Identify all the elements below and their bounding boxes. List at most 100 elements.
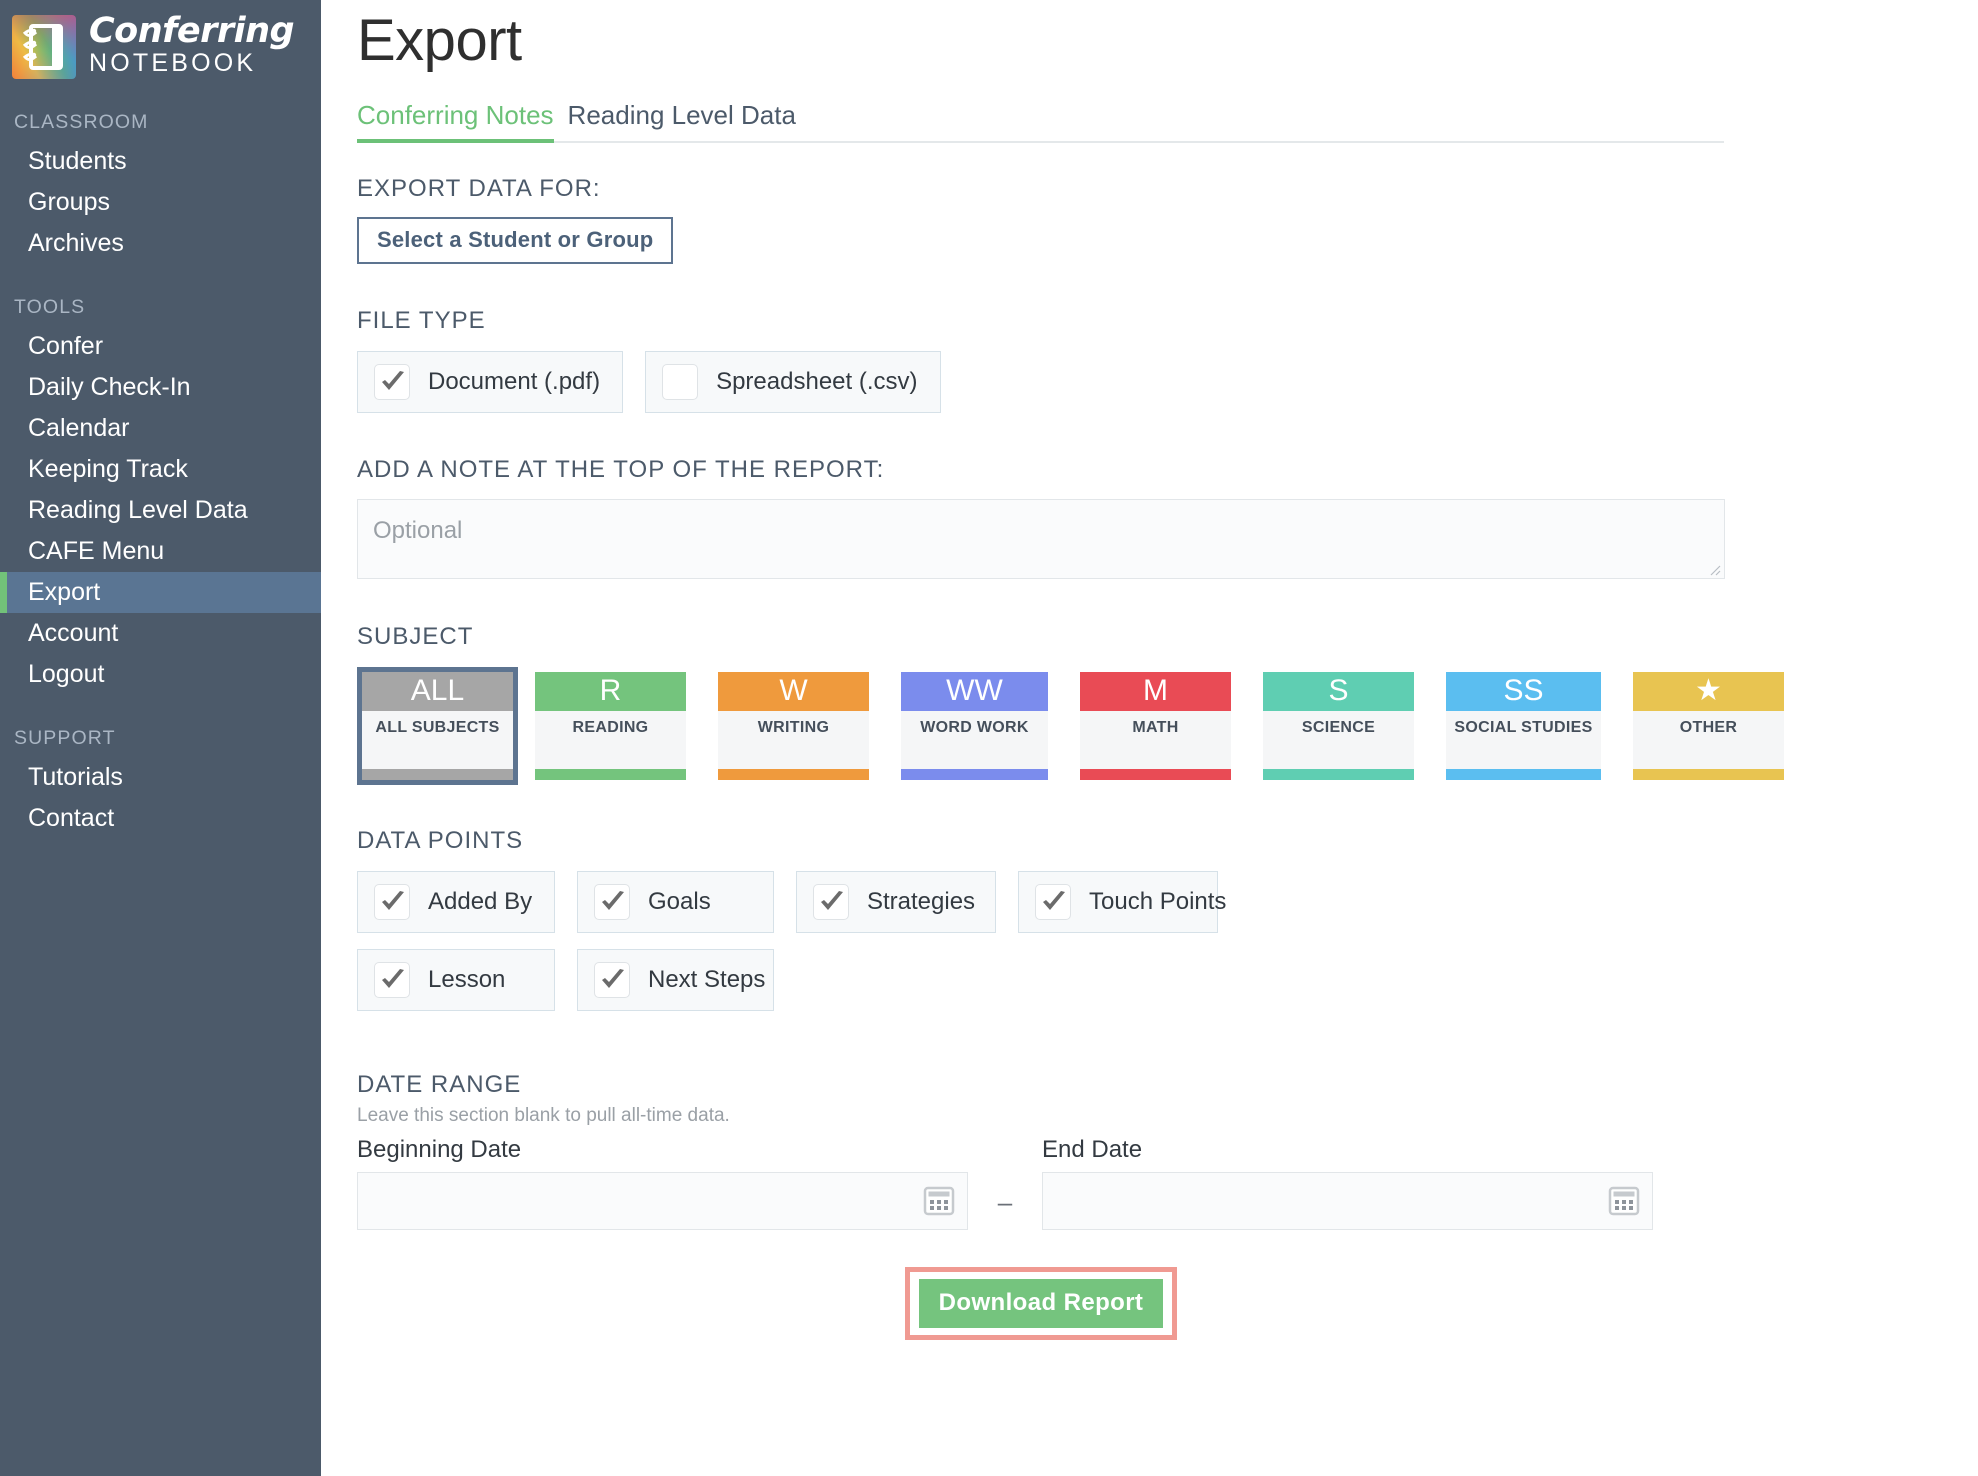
data-point-label-next-steps: Next Steps — [648, 966, 765, 994]
file-type-option-csv[interactable]: Spreadsheet (.csv) — [645, 351, 940, 413]
data-point-label-strategies: Strategies — [867, 888, 975, 916]
sidebar-item-confer[interactable]: Confer — [0, 326, 321, 367]
subject-abbr-writing: W — [718, 672, 869, 711]
subject-abbr-other: ★ — [1695, 676, 1722, 706]
star-icon: ★ — [1633, 672, 1784, 711]
sidebar-item-daily-check-in[interactable]: Daily Check-In — [0, 367, 321, 408]
subject-accent-all — [362, 769, 513, 780]
checkbox-checked-icon[interactable] — [1035, 884, 1071, 920]
sidebar-item-groups[interactable]: Groups — [0, 182, 321, 223]
sidebar-group-support: SUPPORT Tutorials Contact — [0, 727, 321, 839]
sidebar-group-classroom: CLASSROOM Students Groups Archives — [0, 111, 321, 264]
checkbox-checked-icon[interactable] — [594, 884, 630, 920]
subject-tile-math[interactable]: M MATH — [1075, 667, 1236, 785]
data-point-touch-points[interactable]: Touch Points — [1018, 871, 1218, 933]
subject-name-writing: WRITING — [758, 719, 829, 737]
date-range-hint: Leave this section blank to pull all-tim… — [357, 1105, 1978, 1127]
subject-accent-writing — [718, 769, 869, 780]
section-label-add-note: ADD A NOTE AT THE TOP OF THE REPORT: — [357, 456, 1978, 484]
subject-tile-other[interactable]: ★ OTHER — [1628, 667, 1789, 785]
brand-wordmark: Conferring NOTEBOOK — [89, 14, 294, 80]
sidebar-item-reading-level-data[interactable]: Reading Level Data — [0, 490, 321, 531]
select-student-or-group-button[interactable]: Select a Student or Group — [357, 217, 673, 264]
checkbox-checked-icon[interactable] — [594, 962, 630, 998]
subject-abbr-social-studies: SS — [1446, 672, 1601, 711]
calendar-icon[interactable] — [1608, 1185, 1640, 1217]
section-label-data-points: DATA POINTS — [357, 827, 1978, 855]
date-range-separator: – — [968, 1187, 1042, 1230]
calendar-icon[interactable] — [923, 1185, 955, 1217]
file-type-options: Document (.pdf) Spreadsheet (.csv) — [357, 351, 1978, 413]
sidebar: Conferring NOTEBOOK CLASSROOM Students G… — [0, 0, 321, 1476]
subject-accent-math — [1080, 769, 1231, 780]
data-point-strategies[interactable]: Strategies — [796, 871, 996, 933]
sidebar-item-cafe-menu[interactable]: CAFE Menu — [0, 531, 321, 572]
date-range-row: Beginning Date – End — [357, 1136, 1978, 1230]
brand-logo[interactable]: Conferring NOTEBOOK — [0, 0, 321, 84]
sidebar-group-label-classroom: CLASSROOM — [0, 111, 321, 141]
data-point-label-added-by: Added By — [428, 888, 532, 916]
report-note-placeholder: Optional — [373, 517, 462, 545]
data-point-added-by[interactable]: Added By — [357, 871, 555, 933]
data-point-label-touch-points: Touch Points — [1089, 888, 1226, 916]
data-point-label-lesson: Lesson — [428, 966, 505, 994]
export-form: EXPORT DATA FOR: Select a Student or Gro… — [321, 175, 1978, 1340]
subject-tile-writing[interactable]: W WRITING — [713, 667, 874, 785]
checkbox-unchecked-icon[interactable] — [662, 364, 698, 400]
subject-abbr-word-work: WW — [901, 672, 1048, 711]
section-label-subject: SUBJECT — [357, 623, 1978, 651]
subject-accent-other — [1633, 769, 1784, 780]
sidebar-item-calendar[interactable]: Calendar — [0, 408, 321, 449]
subject-name-science: SCIENCE — [1302, 719, 1375, 737]
subject-abbr-all: ALL — [362, 672, 513, 711]
tab-reading-level-data[interactable]: Reading Level Data — [568, 100, 796, 141]
sidebar-item-archives[interactable]: Archives — [0, 223, 321, 264]
subject-abbr-reading: R — [535, 672, 686, 711]
subject-name-social-studies: SOCIAL STUDIES — [1454, 719, 1592, 737]
data-point-next-steps[interactable]: Next Steps — [577, 949, 774, 1011]
subject-tile-word-work[interactable]: WW WORD WORK — [896, 667, 1053, 785]
subject-tile-reading[interactable]: R READING — [530, 667, 691, 785]
sidebar-item-tutorials[interactable]: Tutorials — [0, 757, 321, 798]
sidebar-item-logout[interactable]: Logout — [0, 654, 321, 695]
file-type-option-pdf[interactable]: Document (.pdf) — [357, 351, 623, 413]
sidebar-group-label-support: SUPPORT — [0, 727, 321, 757]
subject-tile-social-studies[interactable]: SS SOCIAL STUDIES — [1441, 667, 1606, 785]
brand-name-line2: NOTEBOOK — [89, 51, 294, 76]
resize-grip-icon[interactable] — [1707, 562, 1721, 576]
section-label-date-range: DATE RANGE — [357, 1071, 1978, 1099]
data-point-label-goals: Goals — [648, 888, 711, 916]
checkbox-checked-icon[interactable] — [374, 884, 410, 920]
checkbox-checked-icon[interactable] — [374, 962, 410, 998]
download-report-button[interactable]: Download Report — [919, 1279, 1164, 1328]
report-note-textarea[interactable]: Optional — [357, 499, 1725, 579]
sidebar-item-students[interactable]: Students — [0, 141, 321, 182]
data-point-lesson[interactable]: Lesson — [357, 949, 555, 1011]
checkbox-checked-icon[interactable] — [813, 884, 849, 920]
end-date-field: End Date — [1042, 1136, 1653, 1230]
sidebar-item-keeping-track[interactable]: Keeping Track — [0, 449, 321, 490]
subject-name-other: OTHER — [1680, 719, 1738, 737]
subject-abbr-math: M — [1080, 672, 1231, 711]
end-date-input[interactable] — [1042, 1172, 1653, 1230]
file-type-label-pdf: Document (.pdf) — [428, 368, 600, 396]
subject-tiles: ALL ALL SUBJECTS R READING W WRI — [357, 667, 1978, 785]
data-point-goals[interactable]: Goals — [577, 871, 774, 933]
sidebar-item-contact[interactable]: Contact — [0, 798, 321, 839]
subject-name-math: MATH — [1132, 719, 1178, 737]
beginning-date-input[interactable] — [357, 1172, 968, 1230]
subject-name-reading: READING — [573, 719, 649, 737]
sidebar-group-tools: TOOLS Confer Daily Check-In Calendar Kee… — [0, 296, 321, 695]
subject-tile-science[interactable]: S SCIENCE — [1258, 667, 1419, 785]
tab-bar: Conferring Notes Reading Level Data — [357, 99, 1724, 143]
sidebar-group-label-tools: TOOLS — [0, 296, 321, 326]
sidebar-item-account[interactable]: Account — [0, 613, 321, 654]
subject-tile-all[interactable]: ALL ALL SUBJECTS — [357, 667, 518, 785]
subject-abbr-science: S — [1263, 672, 1414, 711]
tab-conferring-notes[interactable]: Conferring Notes — [357, 100, 554, 141]
checkbox-checked-icon[interactable] — [374, 364, 410, 400]
sidebar-item-export[interactable]: Export — [0, 572, 321, 613]
subject-name-word-work: WORD WORK — [920, 719, 1028, 737]
beginning-date-label: Beginning Date — [357, 1136, 968, 1164]
end-date-label: End Date — [1042, 1136, 1653, 1164]
